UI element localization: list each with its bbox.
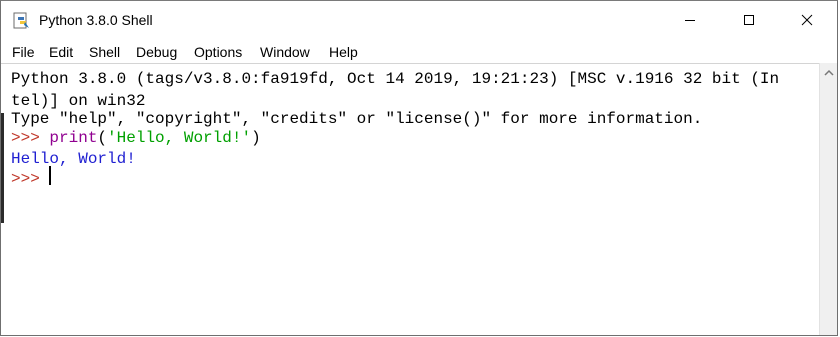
shell-prompt-current: >>> xyxy=(11,170,50,188)
menu-window[interactable]: Window xyxy=(260,44,310,61)
command-string: 'Hello, World!' xyxy=(107,129,252,147)
command-open-paren: ( xyxy=(97,129,108,147)
python-idle-icon xyxy=(13,12,29,29)
window-edge-shadow xyxy=(1,113,4,223)
menu-file[interactable]: File xyxy=(12,44,35,61)
window-title: Python 3.8.0 Shell xyxy=(39,12,153,28)
menu-shell[interactable]: Shell xyxy=(89,44,120,61)
current-prompt-line[interactable]: >>> xyxy=(11,169,49,189)
minimize-button[interactable] xyxy=(667,1,713,38)
shell-prompt: >>> xyxy=(11,129,50,147)
maximize-icon xyxy=(744,14,754,25)
scroll-up-arrow-icon[interactable] xyxy=(824,69,834,77)
minimize-icon xyxy=(685,19,695,21)
menu-help[interactable]: Help xyxy=(329,44,358,61)
command-output: Hello, World! xyxy=(11,150,136,168)
banner-line-3: Type "help", "copyright", "credits" or "… xyxy=(11,110,703,128)
menu-options[interactable]: Options xyxy=(194,44,242,61)
command-close-paren: ) xyxy=(251,129,261,147)
title-bar[interactable]: Python 3.8.0 Shell xyxy=(1,1,837,38)
banner-line-1: Python 3.8.0 (tags/v3.8.0:fa919fd, Oct 1… xyxy=(11,70,780,88)
menu-edit[interactable]: Edit xyxy=(49,44,73,61)
banner-line-2: tel)] on win32 xyxy=(11,92,146,110)
command-line: >>> print('Hello, World!') xyxy=(11,128,261,148)
text-cursor xyxy=(49,166,51,185)
close-icon xyxy=(801,14,813,25)
close-button[interactable] xyxy=(784,1,830,38)
menu-bar: File Edit Shell Debug Options Window Hel… xyxy=(1,41,837,63)
vertical-scrollbar[interactable] xyxy=(819,63,837,335)
idle-shell-window: Python 3.8.0 Shell File Edit Shell Debug… xyxy=(0,0,838,336)
shell-text-area[interactable]: Python 3.8.0 (tags/v3.8.0:fa919fd, Oct 1… xyxy=(1,63,819,335)
maximize-button[interactable] xyxy=(726,1,772,38)
menu-debug[interactable]: Debug xyxy=(136,44,177,61)
command-builtin: print xyxy=(49,129,98,147)
